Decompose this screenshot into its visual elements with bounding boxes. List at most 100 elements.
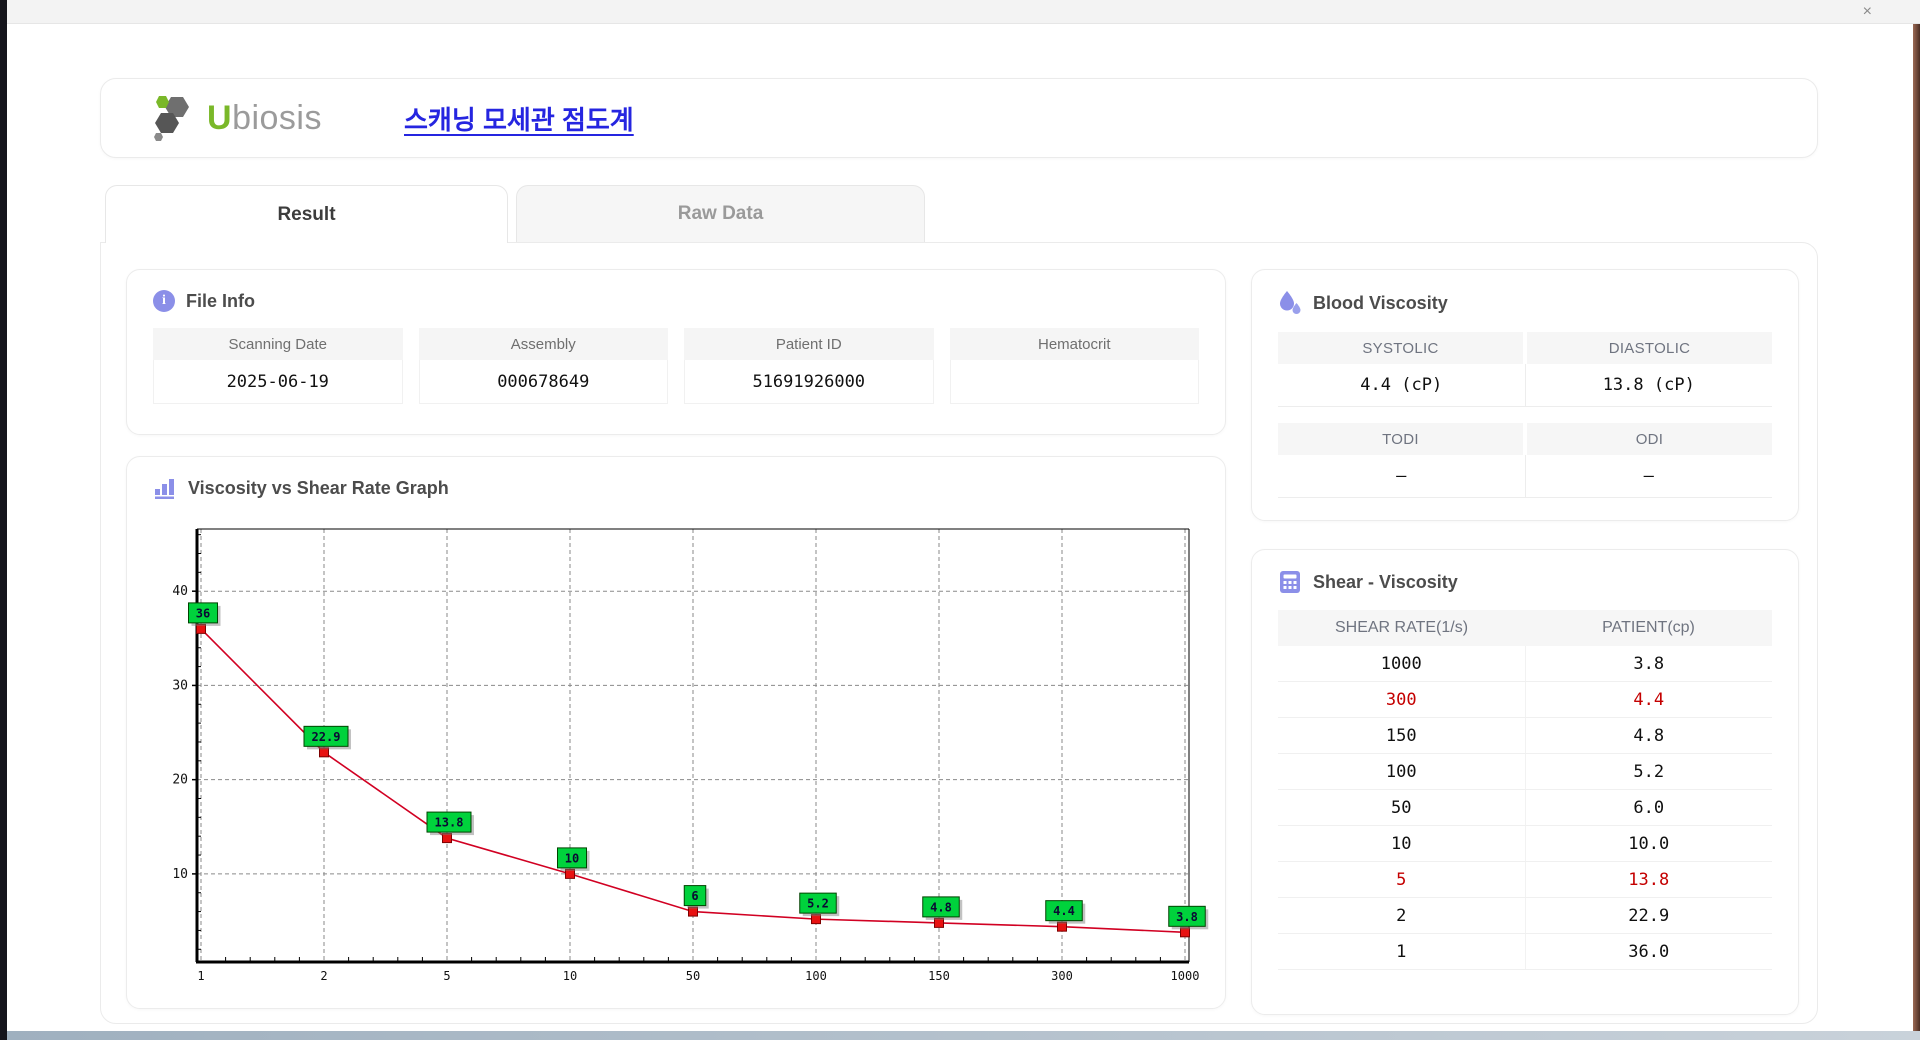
close-icon[interactable]: × [1863,2,1872,22]
svg-text:13.8: 13.8 [435,816,464,830]
field-hematocrit: Hematocrit [950,328,1200,404]
field-label: Hematocrit [950,328,1200,360]
todi-value: – [1278,455,1526,497]
svg-text:5: 5 [443,969,450,983]
svg-text:100: 100 [805,969,827,983]
svg-text:1: 1 [197,969,204,983]
bar-chart-icon [153,477,177,499]
viscosity-line-chart: 10 20 30 40 1 2 5 10 50 100 150 300 1000 36 22.9 13.8 10… [153,503,1199,990]
cell-patient: 5.2 [1526,754,1773,789]
cell-patient: 3.8 [1526,646,1773,681]
field-value: 000678649 [419,360,669,404]
todi-label: TODI [1278,423,1523,455]
graph-title: Viscosity vs Shear Rate Graph [188,478,449,499]
table-row: 3004.4 [1278,682,1772,718]
viscosity-graph-card: Viscosity vs Shear Rate Graph 10 20 30 40 1 2… [126,456,1226,1009]
field-value: 51691926000 [684,360,934,404]
svg-text:22.9: 22.9 [312,730,341,744]
table-row: 136.0 [1278,934,1772,970]
odi-value: – [1526,455,1773,497]
cell-patient: 10.0 [1526,826,1773,861]
svg-text:30: 30 [172,678,188,693]
table-row: 10003.8 [1278,646,1772,682]
field-scanning-date: Scanning Date 2025-06-19 [153,328,403,404]
col-header-shear-rate: SHEAR RATE(1/s) [1278,610,1525,646]
field-value: 2025-06-19 [153,360,403,404]
diastolic-label: DIASTOLIC [1527,332,1772,364]
diastolic-value: 13.8 (cP) [1526,364,1773,406]
svg-text:10: 10 [565,851,579,865]
cell-shear-rate: 300 [1278,682,1526,717]
shear-viscosity-card: Shear - Viscosity SHEAR RATE(1/s) PATIEN… [1251,549,1799,1015]
cell-shear-rate: 150 [1278,718,1526,753]
svg-text:2: 2 [320,969,327,983]
svg-text:1000: 1000 [1171,969,1200,983]
hexagon-logo-icon [149,95,201,141]
svg-text:40: 40 [172,584,188,599]
svg-text:36: 36 [196,606,210,620]
blood-viscosity-card: Blood Viscosity SYSTOLIC DIASTOLIC 4.4 (… [1251,269,1799,521]
cell-shear-rate: 50 [1278,790,1526,825]
svg-text:10: 10 [563,969,577,983]
cell-shear-rate: 2 [1278,898,1526,933]
field-label: Scanning Date [153,328,403,360]
svg-text:3.8: 3.8 [1176,910,1198,924]
svg-text:150: 150 [928,969,950,983]
field-label: Assembly [419,328,669,360]
cell-patient: 36.0 [1526,934,1773,969]
calculator-icon [1278,570,1302,594]
shear-viscosity-table: SHEAR RATE(1/s) PATIENT(cp) 10003.8 3004… [1278,610,1772,970]
app-title: 스캐닝 모세관 점도계 [404,100,634,137]
svg-text:50: 50 [686,969,700,983]
titlebar: × [7,0,1920,24]
app-header: Ubiosis 스캐닝 모세관 점도계 [100,78,1818,158]
field-assembly: Assembly 000678649 [419,328,669,404]
svg-text:6: 6 [691,889,698,903]
systolic-value: 4.4 (cP) [1278,364,1526,406]
svg-text:10: 10 [172,867,188,882]
col-header-patient: PATIENT(cp) [1525,610,1772,646]
table-row: 1504.8 [1278,718,1772,754]
left-window-edge [0,0,7,1040]
svg-text:20: 20 [172,773,188,788]
ubiosis-logo: Ubiosis [149,95,322,141]
tab-result[interactable]: Result [105,185,508,243]
cell-shear-rate: 1 [1278,934,1526,969]
cell-patient: 4.4 [1526,682,1773,717]
cell-shear-rate: 10 [1278,826,1526,861]
table-row: 1005.2 [1278,754,1772,790]
tab-raw-data[interactable]: Raw Data [516,185,925,242]
field-patient-id: Patient ID 51691926000 [684,328,934,404]
svg-text:300: 300 [1051,969,1073,983]
shear-viscosity-title: Shear - Viscosity [1313,572,1458,593]
field-value [950,360,1200,404]
cell-shear-rate: 5 [1278,862,1526,897]
right-window-edge [1913,24,1920,1032]
file-info-title: File Info [186,291,255,312]
todi-odi-block: TODI ODI – – [1278,423,1772,498]
droplets-icon [1278,290,1302,316]
cell-patient: 4.8 [1526,718,1773,753]
field-label: Patient ID [684,328,934,360]
svg-text:4.8: 4.8 [930,900,952,914]
cell-shear-rate: 100 [1278,754,1526,789]
svg-text:5.2: 5.2 [807,897,829,911]
result-panel: i File Info Scanning Date 2025-06-19 Ass… [100,242,1818,1024]
logo-text: Ubiosis [207,99,322,138]
odi-label: ODI [1527,423,1772,455]
table-row: 513.8 [1278,862,1772,898]
bottom-window-edge [7,1031,1920,1040]
svg-text:4.4: 4.4 [1053,904,1075,918]
info-icon: i [153,290,175,312]
table-row: 506.0 [1278,790,1772,826]
cell-patient: 6.0 [1526,790,1773,825]
table-row: 222.9 [1278,898,1772,934]
cell-patient: 22.9 [1526,898,1773,933]
logo-letter-u: U [207,99,232,137]
systolic-diastolic-block: SYSTOLIC DIASTOLIC 4.4 (cP) 13.8 (cP) [1278,332,1772,407]
logo-text-rest: biosis [232,99,322,137]
file-info-card: i File Info Scanning Date 2025-06-19 Ass… [126,269,1226,435]
cell-patient: 13.8 [1526,862,1773,897]
blood-viscosity-title: Blood Viscosity [1313,293,1448,314]
cell-shear-rate: 1000 [1278,646,1526,681]
